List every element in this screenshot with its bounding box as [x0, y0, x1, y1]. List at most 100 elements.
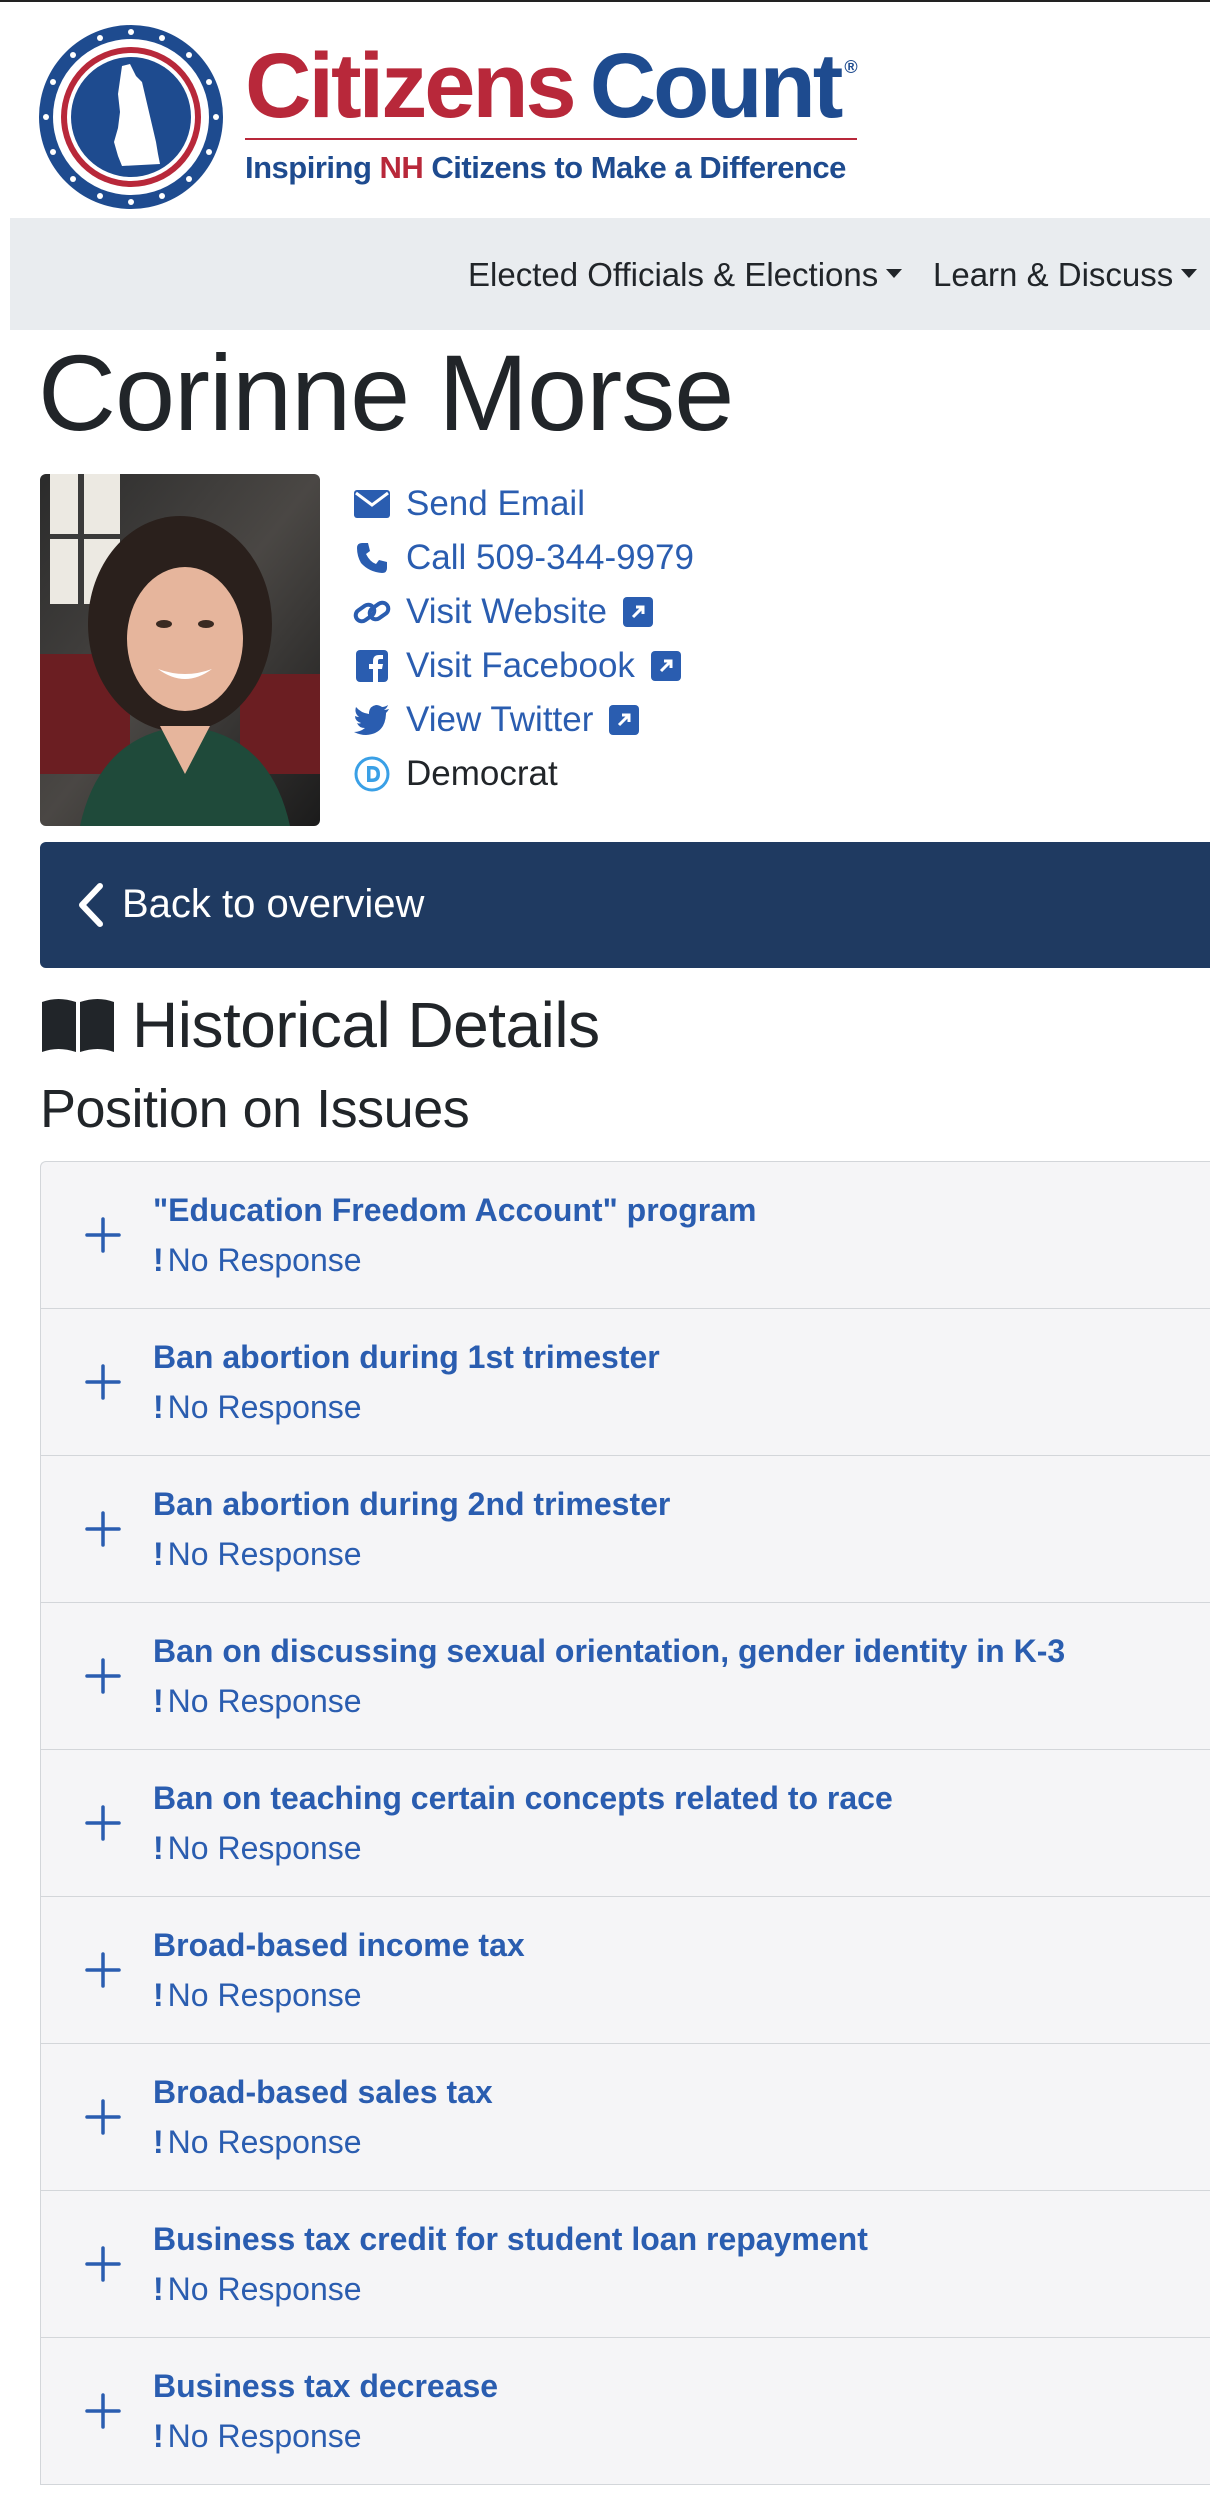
envelope-icon [352, 484, 392, 524]
main-navbar: Elected Officials & Elections Learn & Di… [10, 218, 1210, 330]
historical-details-heading: Historical Details [40, 989, 600, 1061]
historical-details-title: Historical Details [132, 989, 600, 1061]
external-link-icon [609, 705, 640, 735]
nh-seal-logo [39, 25, 223, 209]
issue-title[interactable]: Broad-based sales tax [153, 2074, 493, 2111]
brand-tagline: Inspiring NH Citizens to Make a Differen… [245, 150, 846, 186]
issue-title[interactable]: Ban on teaching certain concepts related… [153, 1780, 893, 1817]
view-twitter-label: View Twitter [406, 700, 594, 739]
visit-facebook-label: Visit Facebook [406, 646, 635, 685]
visit-website-link[interactable]: Visit Website [352, 590, 654, 634]
brand-divider [245, 138, 857, 140]
external-link-icon [650, 651, 681, 681]
issue-response-label: No Response [167, 2124, 362, 2160]
visit-website-label: Visit Website [406, 592, 608, 631]
issue-response: ! No Response [153, 2418, 362, 2455]
issue-title[interactable]: Business tax credit for student loan rep… [153, 2221, 868, 2258]
brand-name: Citizens Count ® [245, 40, 858, 132]
issue-response-label: No Response [167, 1536, 362, 1572]
facebook-icon [352, 646, 392, 686]
issue-accordion-item[interactable]: Ban abortion during 2nd trimester! No Res… [40, 1455, 1210, 1603]
issue-title[interactable]: Ban on discussing sexual orientation, ge… [153, 1633, 1065, 1670]
issue-title[interactable]: "Education Freedom Account" program [153, 1192, 756, 1229]
back-to-overview-label: Back to overview [122, 882, 425, 926]
plus-icon [85, 1805, 121, 1841]
issue-accordion-item[interactable]: Business tax decrease! No Response [40, 2337, 1210, 2485]
issue-response: ! No Response [153, 1536, 362, 1573]
send-email-link[interactable]: Send Email [352, 482, 585, 526]
issue-response-label: No Response [167, 1683, 362, 1719]
issue-response: ! No Response [153, 2271, 362, 2308]
link-icon [352, 592, 392, 632]
issue-response: ! No Response [153, 1683, 362, 1720]
nav-learn-label: Learn & Discuss [933, 256, 1174, 293]
issue-accordion-item[interactable]: Broad-based sales tax! No Response [40, 2043, 1210, 2191]
back-to-overview-button[interactable]: Back to overview [40, 842, 1210, 968]
twitter-icon [352, 700, 392, 740]
issue-response: ! No Response [153, 1242, 362, 1279]
plus-icon [85, 2246, 121, 2282]
issue-title[interactable]: Ban abortion during 2nd trimester [153, 1486, 670, 1523]
open-book-icon [42, 999, 114, 1052]
exclamation-icon: ! [153, 2271, 164, 2307]
registered-mark: ® [844, 57, 858, 77]
exclamation-icon: ! [153, 2124, 164, 2160]
plus-icon [85, 2393, 121, 2429]
brand-name-count: Count [589, 35, 844, 137]
visit-facebook-link[interactable]: Visit Facebook [352, 644, 681, 688]
issue-title[interactable]: Ban abortion during 1st trimester [153, 1339, 660, 1376]
chevron-left-icon [79, 883, 103, 927]
plus-icon [85, 1364, 121, 1400]
issue-response: ! No Response [153, 1389, 362, 1426]
phone-icon [352, 538, 392, 578]
exclamation-icon: ! [153, 1830, 164, 1866]
democrat-party-icon [352, 754, 392, 794]
page-title: Corinne Morse [38, 332, 734, 453]
issue-response-label: No Response [167, 1389, 362, 1425]
exclamation-icon: ! [153, 1242, 164, 1278]
issues-accordion: "Education Freedom Account" program! No R… [40, 1161, 1210, 2485]
caret-down-icon [1181, 268, 1198, 278]
plus-icon [85, 1658, 121, 1694]
issue-accordion-item[interactable]: Ban on teaching certain concepts related… [40, 1749, 1210, 1897]
candidate-photo [40, 474, 320, 826]
issue-accordion-item[interactable]: "Education Freedom Account" program! No R… [40, 1161, 1210, 1309]
exclamation-icon: ! [153, 1536, 164, 1572]
top-border [0, 0, 1210, 2]
issue-response: ! No Response [153, 1977, 362, 2014]
plus-icon [85, 1511, 121, 1547]
exclamation-icon: ! [153, 1389, 164, 1425]
party-label: Democrat [406, 754, 558, 793]
issue-response-label: No Response [167, 2271, 362, 2307]
plus-icon [85, 2099, 121, 2135]
issue-response-label: No Response [167, 1977, 362, 2013]
issue-accordion-item[interactable]: Ban abortion during 1st trimester! No Res… [40, 1308, 1210, 1456]
plus-icon [85, 1217, 121, 1253]
issue-response: ! No Response [153, 1830, 362, 1867]
nav-elected-label: Elected Officials & Elections [468, 256, 879, 293]
issue-response-label: No Response [167, 1242, 362, 1278]
caret-down-icon [886, 268, 903, 278]
issue-response: ! No Response [153, 2124, 362, 2161]
nav-elected-officials-dropdown[interactable]: Elected Officials & Elections [468, 256, 903, 294]
tagline-end: Citizens to Make a Difference [423, 150, 846, 185]
issue-title[interactable]: Broad-based income tax [153, 1927, 525, 1964]
issue-accordion-item[interactable]: Ban on discussing sexual orientation, ge… [40, 1602, 1210, 1750]
issue-accordion-item[interactable]: Business tax credit for student loan rep… [40, 2190, 1210, 2338]
party-affiliation: Democrat [352, 752, 558, 796]
position-on-issues-heading: Position on Issues [40, 1079, 470, 1139]
tagline-start: Inspiring [245, 150, 380, 185]
tagline-nh: NH [379, 150, 424, 185]
exclamation-icon: ! [153, 2418, 164, 2454]
nav-learn-discuss-dropdown[interactable]: Learn & Discuss [933, 256, 1198, 294]
view-twitter-link[interactable]: View Twitter [352, 698, 640, 742]
call-phone-link[interactable]: Call 509-344-9979 [352, 536, 694, 580]
call-phone-label: Call 509-344-9979 [406, 538, 694, 577]
issue-title[interactable]: Business tax decrease [153, 2368, 498, 2405]
exclamation-icon: ! [153, 1683, 164, 1719]
issue-accordion-item[interactable]: Broad-based income tax ! No Response [40, 1896, 1210, 2044]
plus-icon [85, 1952, 121, 1988]
site-logo[interactable]: Citizens Count ® Inspiring NH Citizens to … [38, 24, 858, 210]
issue-response-label: No Response [167, 2418, 362, 2454]
external-link-icon [623, 597, 654, 627]
